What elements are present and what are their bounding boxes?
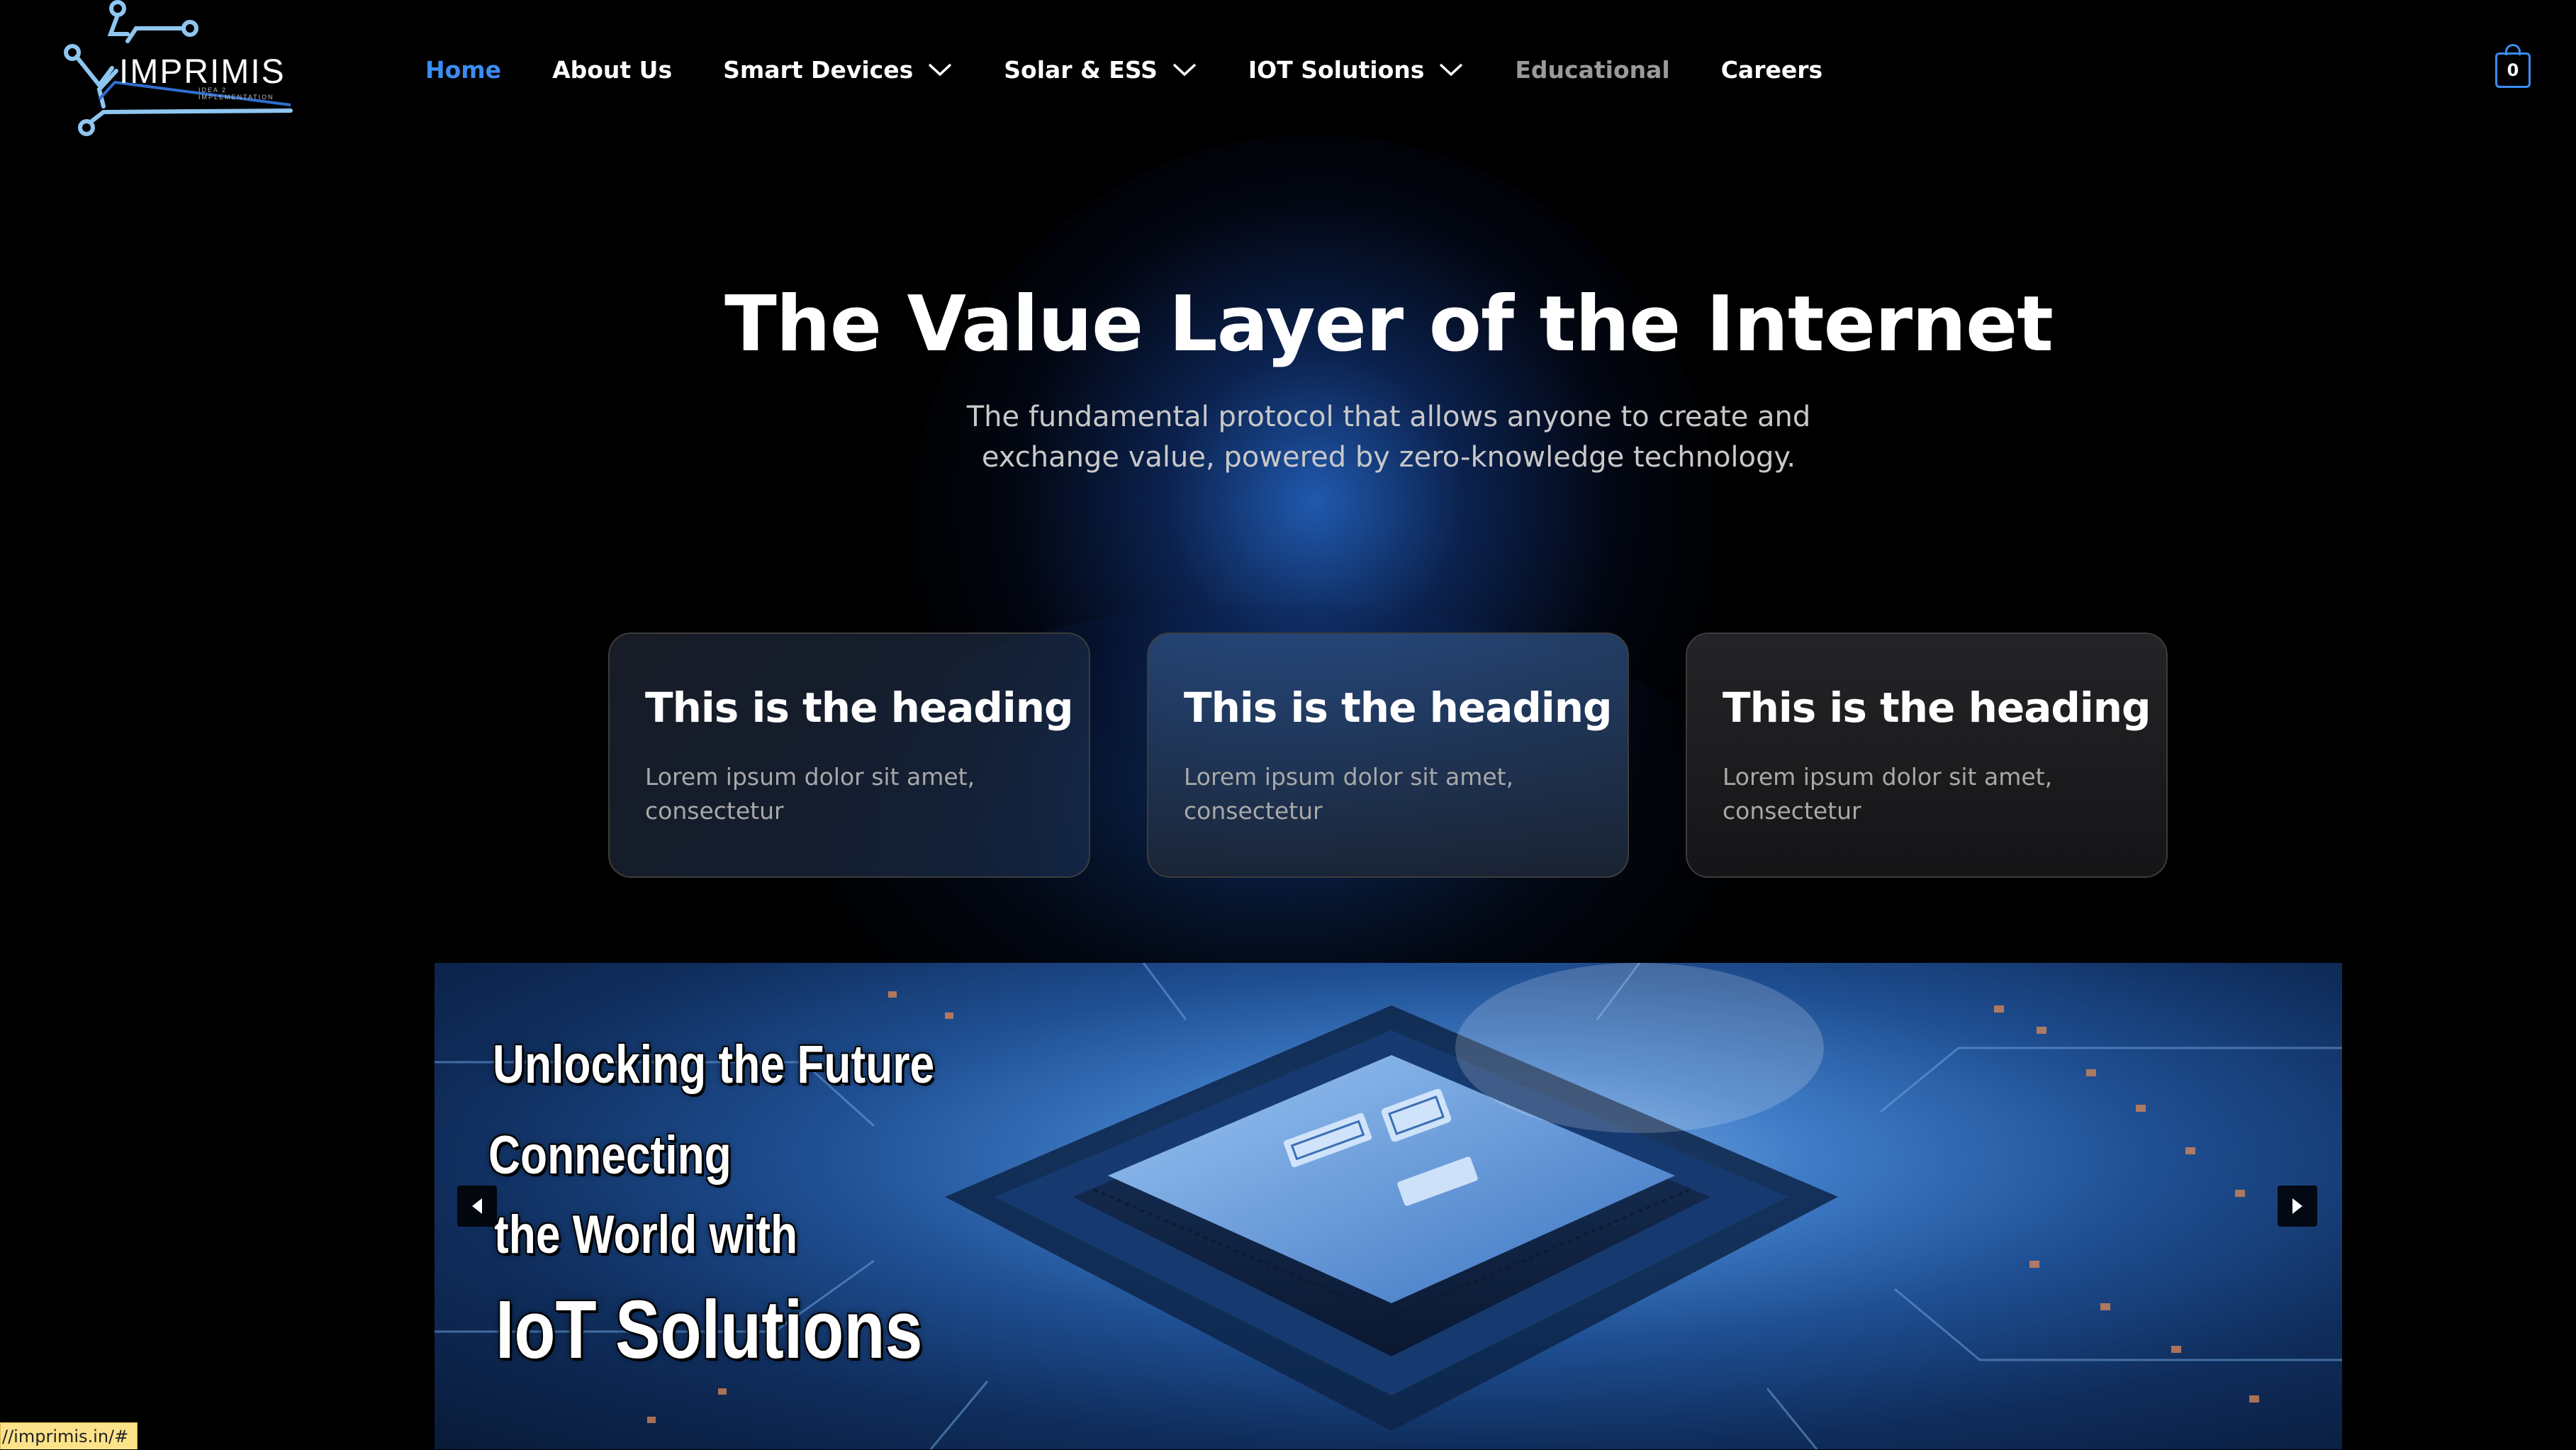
hero-subtitle-line2: exchange value, powered by zero-knowledg… <box>981 441 1796 474</box>
nav-smart-devices[interactable]: Smart Devices <box>723 56 953 84</box>
nav-about-us[interactable]: About Us <box>552 56 672 84</box>
nav-educational-label: Educational <box>1515 55 1670 84</box>
cart-button[interactable]: 0 <box>2495 44 2533 88</box>
card-text-line1: Lorem ipsum dolor sit amet, <box>645 763 975 791</box>
nav-iot-solutions[interactable]: IOT Solutions <box>1248 56 1464 84</box>
nav-home[interactable]: Home <box>425 56 501 84</box>
main-nav: Home About Us Smart Devices Solar & ESS … <box>425 0 1874 139</box>
card-heading: This is the heading <box>1723 684 2151 732</box>
banner-line-2: Connecting <box>488 1125 732 1186</box>
slider-prev-button[interactable] <box>457 1186 497 1227</box>
banner-line-4: IoT Solutions <box>495 1283 923 1376</box>
arrow-right-icon <box>2292 1198 2302 1214</box>
hero-banner-slider: Unlocking the Future Connecting the Worl… <box>435 963 2342 1449</box>
banner-line-3: the World with <box>494 1205 798 1265</box>
logo-tagline: IDEA 2 IMPLEMENTATION <box>198 87 274 101</box>
slider-next-button[interactable] <box>2278 1186 2317 1227</box>
card-text: Lorem ipsum dolor sit amet, consectetur <box>645 760 1042 828</box>
card-text-line2: consectetur <box>1723 797 1861 825</box>
card-text-line1: Lorem ipsum dolor sit amet, <box>1723 763 2053 791</box>
card-text-line2: consectetur <box>1184 797 1323 825</box>
nav-home-label: Home <box>425 55 502 84</box>
cart-count: 0 <box>2495 52 2531 88</box>
nav-educational[interactable]: Educational <box>1515 56 1669 84</box>
logo-wordmark: IMPRIMIS <box>119 53 286 91</box>
nav-careers-label: Careers <box>1720 55 1823 84</box>
card-heading: This is the heading <box>1184 684 1613 732</box>
banner-line-1: Unlocking the Future <box>493 1034 935 1095</box>
card-heading: This is the heading <box>645 684 1074 732</box>
hero-title: The Value Layer of the Internet <box>724 280 2054 369</box>
hero-subtitle-line1: The fundamental protocol that allows any… <box>966 401 1811 433</box>
chevron-down-icon <box>1172 63 1197 77</box>
nav-iot-solutions-label: IOT Solutions <box>1248 55 1425 84</box>
arrow-left-icon <box>472 1198 482 1214</box>
hero-subtitle: The fundamental protocol that allows any… <box>922 397 1856 478</box>
chevron-down-icon <box>1440 63 1463 77</box>
feature-card: This is the heading Lorem ipsum dolor si… <box>1686 632 2168 878</box>
card-text: Lorem ipsum dolor sit amet, consectetur <box>1184 760 1581 828</box>
status-bar-url: //imprimis.in/# <box>0 1422 138 1449</box>
card-text-line2: consectetur <box>645 797 784 825</box>
card-text-line1: Lorem ipsum dolor sit amet, <box>1184 763 1514 791</box>
site-header: IMPRIMIS IDEA 2 IMPLEMENTATION Home Abou… <box>0 0 2576 139</box>
nav-solar-ess-label: Solar & ESS <box>1004 55 1158 84</box>
card-text: Lorem ipsum dolor sit amet, consectetur <box>1723 760 2119 828</box>
site-logo[interactable]: IMPRIMIS IDEA 2 IMPLEMENTATION <box>57 0 305 139</box>
feature-card: This is the heading Lorem ipsum dolor si… <box>1147 632 1629 878</box>
nav-smart-devices-label: Smart Devices <box>723 55 914 84</box>
nav-about-us-label: About Us <box>552 55 673 84</box>
chevron-down-icon <box>929 63 952 77</box>
nav-careers[interactable]: Careers <box>1721 56 1822 84</box>
nav-solar-ess[interactable]: Solar & ESS <box>1004 56 1197 84</box>
feature-card: This is the heading Lorem ipsum dolor si… <box>608 632 1090 878</box>
